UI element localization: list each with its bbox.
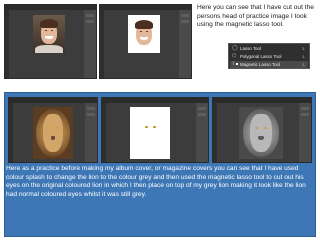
cutout-lion-eye bbox=[145, 126, 148, 128]
hair bbox=[40, 19, 58, 28]
layers-panel[interactable] bbox=[85, 103, 97, 162]
cutout-lion-eye bbox=[153, 126, 156, 128]
shortcut-key: L bbox=[302, 54, 305, 59]
lion-eye bbox=[254, 126, 258, 129]
caption-top: Here you can see that I have cut out the… bbox=[197, 4, 314, 28]
lion-face bbox=[43, 114, 63, 152]
hair bbox=[135, 20, 153, 29]
menu-bar[interactable] bbox=[213, 98, 311, 103]
shortcut-key: L bbox=[302, 46, 305, 51]
menu-bar[interactable] bbox=[100, 5, 191, 10]
layers-panel[interactable] bbox=[84, 10, 96, 78]
lion-colour-image[interactable] bbox=[33, 107, 73, 159]
lasso-tool-menu[interactable]: ◯ Lasso Tool L ⬠ Polygonal Lasso Tool L … bbox=[228, 43, 310, 69]
lasso-icon: ◯ bbox=[232, 45, 238, 51]
lion-face bbox=[250, 114, 272, 152]
magnetic-lasso-tool-item[interactable]: ⌇ Magnetic Lasso Tool L bbox=[230, 61, 308, 68]
polygonal-lasso-tool-item[interactable]: ⬠ Polygonal Lasso Tool L bbox=[230, 53, 308, 60]
eye bbox=[146, 31, 148, 32]
menu-item-label: Polygonal Lasso Tool bbox=[240, 54, 282, 59]
image-canvas[interactable] bbox=[128, 15, 160, 53]
photoshop-screenshot-lion-eyes bbox=[101, 97, 209, 163]
menu-item-label: Magnetic Lasso Tool bbox=[236, 62, 280, 67]
eye bbox=[140, 31, 142, 32]
smile bbox=[45, 36, 53, 39]
photoshop-screenshot-grey-lion bbox=[212, 97, 312, 163]
photoshop-screenshot-original bbox=[4, 4, 97, 79]
layers-panel[interactable] bbox=[179, 10, 191, 78]
eye bbox=[45, 30, 47, 31]
image-canvas[interactable] bbox=[130, 107, 170, 159]
photoshop-screenshot-cutout bbox=[99, 4, 192, 79]
layers-panel[interactable] bbox=[196, 103, 208, 162]
caption-bottom: Here as a practice before making my albu… bbox=[6, 165, 306, 199]
menu-bar[interactable] bbox=[5, 5, 96, 10]
smile bbox=[140, 37, 148, 40]
lion-nose bbox=[258, 136, 264, 141]
lion-grey-image[interactable] bbox=[239, 107, 283, 159]
polygonal-lasso-icon: ⬠ bbox=[232, 53, 237, 59]
menu-bar[interactable] bbox=[102, 98, 208, 103]
menu-bar[interactable] bbox=[9, 98, 97, 103]
menu-item-label: Lasso Tool bbox=[240, 46, 261, 51]
image-canvas[interactable] bbox=[33, 15, 65, 53]
lion-eye bbox=[47, 126, 51, 129]
lion-eye bbox=[55, 126, 59, 129]
lion-eye bbox=[264, 126, 268, 129]
tools-panel[interactable] bbox=[5, 10, 9, 78]
layers-panel[interactable] bbox=[299, 103, 311, 162]
tools-panel[interactable] bbox=[102, 103, 106, 162]
tools-panel[interactable] bbox=[213, 103, 217, 162]
photoshop-screenshot-colour-lion bbox=[8, 97, 98, 163]
tools-panel[interactable] bbox=[100, 10, 104, 78]
shirt bbox=[35, 45, 63, 53]
shortcut-key: L bbox=[302, 62, 305, 67]
tools-panel[interactable] bbox=[9, 103, 13, 162]
lasso-tool-item[interactable]: ◯ Lasso Tool L bbox=[230, 45, 308, 52]
eye bbox=[51, 30, 53, 31]
